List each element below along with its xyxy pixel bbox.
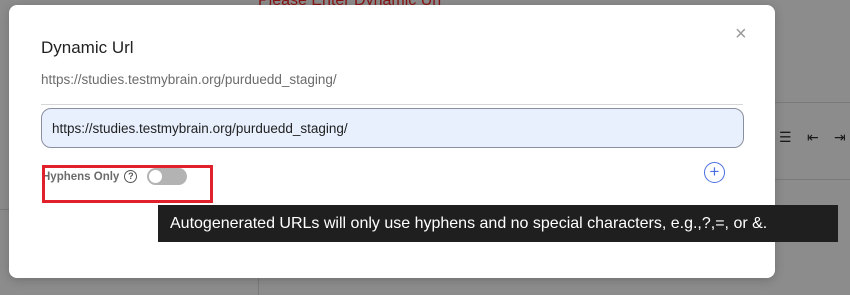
- hyphens-tooltip: Autogenerated URLs will only use hyphens…: [158, 205, 838, 242]
- background-divider: [258, 278, 259, 295]
- add-circle-icon[interactable]: +: [704, 162, 725, 183]
- close-icon[interactable]: ×: [735, 24, 747, 44]
- url-preview-text: https://studies.testmybrain.org/purduedd…: [41, 72, 337, 87]
- divider: [41, 104, 743, 105]
- outdent-icon: ⇤: [807, 129, 819, 145]
- dynamic-url-input[interactable]: [41, 108, 744, 148]
- highlight-box: [42, 165, 213, 203]
- indent-icon: ⇥: [834, 129, 846, 145]
- modal-title: Dynamic Url: [41, 38, 134, 57]
- list-icon: ☰: [779, 129, 792, 145]
